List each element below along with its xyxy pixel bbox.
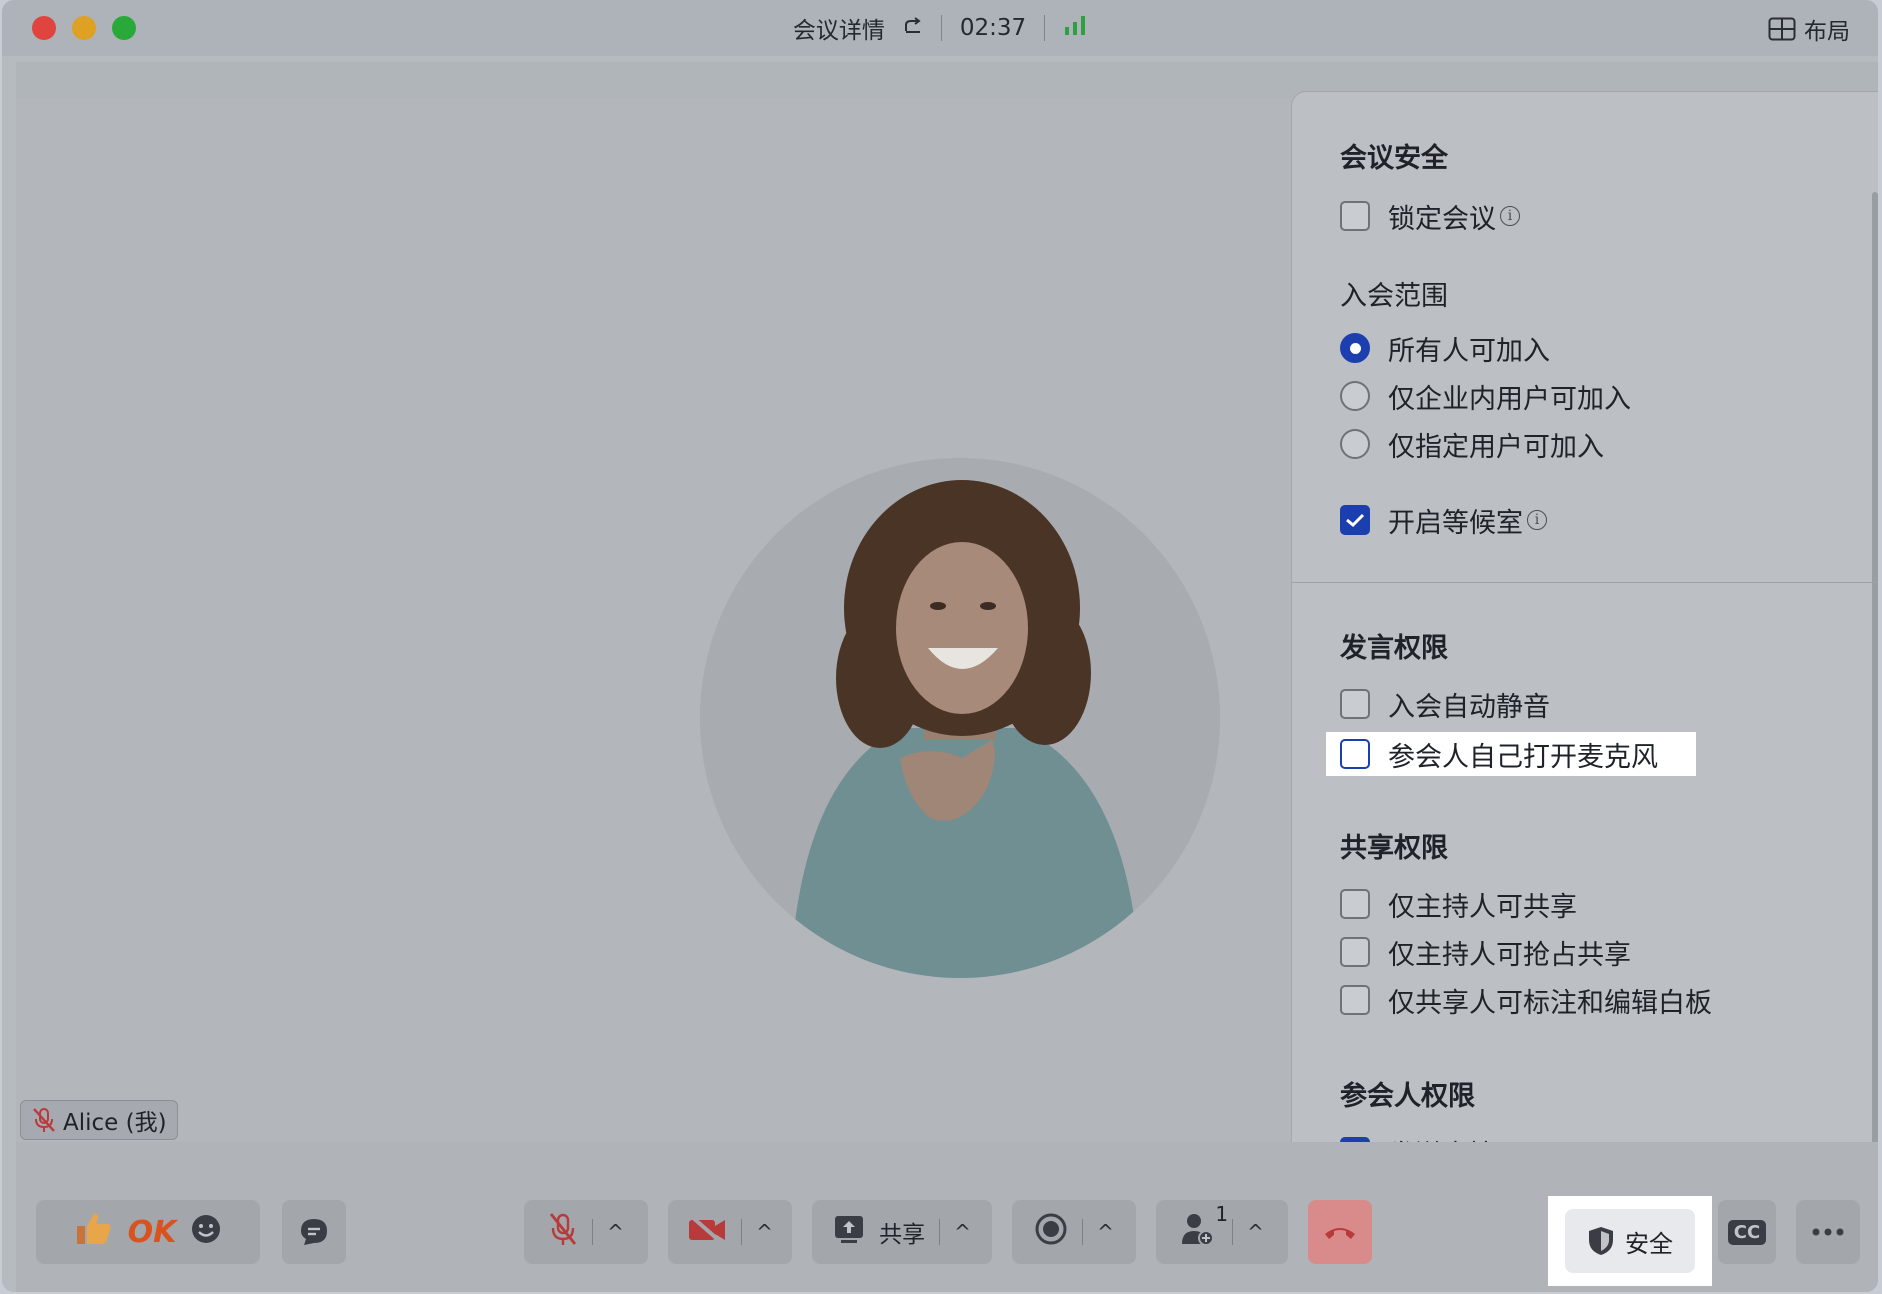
chat-icon xyxy=(301,1219,327,1245)
section-divider xyxy=(1292,582,1878,583)
info-icon[interactable]: i xyxy=(1527,510,1547,530)
join-scope-label: 仅企业内用户可加入 xyxy=(1388,383,1631,415)
radio-button[interactable] xyxy=(1340,429,1370,459)
captions-button[interactable]: CC xyxy=(1718,1200,1776,1264)
security-panel: 会议安全 锁定会议 i 入会范围 所有人可加入 仅企业内用户可加入 仅指定用户可… xyxy=(1292,92,1878,1180)
more-options-button[interactable] xyxy=(1796,1200,1860,1264)
security-button[interactable]: 安全 xyxy=(1565,1209,1695,1273)
shield-icon xyxy=(1589,1227,1613,1255)
signal-strength-icon xyxy=(1063,14,1087,42)
mute-on-join-checkbox[interactable] xyxy=(1340,689,1370,719)
ok-reaction-button[interactable]: OK xyxy=(128,1215,177,1250)
title-separator xyxy=(1044,15,1046,41)
lock-meeting-option[interactable]: 锁定会议 i xyxy=(1340,196,1520,236)
meeting-window: 会议详情 02:37 布局 Alice (我) 会议安全 锁定会议 i 入会范围… xyxy=(2,0,1878,1292)
share-permission-label: 仅主持人可抢占共享 xyxy=(1388,939,1631,971)
record-icon[interactable] xyxy=(1034,1212,1068,1252)
share-permission-option[interactable]: 仅主持人可抢占共享 xyxy=(1340,932,1631,972)
layout-button[interactable]: 布局 xyxy=(1768,12,1850,46)
title-center-group: 会议详情 02:37 xyxy=(2,0,1878,56)
checkmark-icon xyxy=(1346,513,1365,528)
share-permission-label: 仅共享人可标注和编辑白板 xyxy=(1388,987,1712,1019)
participant-avatar xyxy=(700,458,1220,978)
share-screen-icon[interactable] xyxy=(833,1214,865,1250)
more-icon xyxy=(1812,1228,1844,1236)
add-participant-icon[interactable]: 1 xyxy=(1180,1202,1228,1252)
layout-label: 布局 xyxy=(1804,19,1850,45)
join-scope-label: 所有人可加入 xyxy=(1388,335,1550,367)
meeting-security-heading: 会议安全 xyxy=(1340,143,1448,174)
waiting-room-checkbox[interactable] xyxy=(1340,505,1370,535)
chevron-up-icon[interactable]: ^ xyxy=(756,1220,773,1244)
mic-muted-icon[interactable] xyxy=(548,1211,578,1253)
button-separator xyxy=(1232,1219,1234,1245)
join-scope-option[interactable]: 仅企业内用户可加入 xyxy=(1340,376,1631,416)
mute-on-join-option[interactable]: 入会自动静音 xyxy=(1340,684,1550,724)
camera-control: ^ xyxy=(668,1200,792,1264)
share-label[interactable]: 共享 xyxy=(879,1215,925,1249)
lock-meeting-label: 锁定会议 xyxy=(1388,203,1496,235)
waiting-room-option[interactable]: 开启等候室 i xyxy=(1340,500,1547,540)
join-scope-heading: 入会范围 xyxy=(1340,281,1448,312)
waiting-room-label: 开启等候室 xyxy=(1388,507,1523,539)
microphone-control: ^ xyxy=(524,1200,648,1264)
record-control: ^ xyxy=(1012,1200,1136,1264)
mic-muted-icon xyxy=(33,1108,55,1132)
chevron-up-icon[interactable]: ^ xyxy=(954,1220,971,1244)
checkbox[interactable] xyxy=(1340,985,1370,1015)
checkbox[interactable] xyxy=(1340,937,1370,967)
button-separator xyxy=(939,1219,941,1245)
participant-count: 1 xyxy=(1215,1202,1229,1226)
lock-meeting-checkbox[interactable] xyxy=(1340,201,1370,231)
self-unmute-option[interactable]: 参会人自己打开麦克风 xyxy=(1340,734,1658,774)
button-separator xyxy=(1082,1219,1084,1245)
share-permission-label: 仅主持人可共享 xyxy=(1388,891,1577,923)
title-bar: 会议详情 02:37 布局 xyxy=(2,0,1878,56)
speak-permissions-heading: 发言权限 xyxy=(1340,633,1448,664)
meeting-timer: 02:37 xyxy=(959,15,1027,41)
title-separator xyxy=(940,15,942,41)
participant-permissions-heading: 参会人权限 xyxy=(1340,1081,1475,1112)
self-unmute-checkbox[interactable] xyxy=(1340,739,1370,769)
closed-captions-icon: CC xyxy=(1727,1219,1767,1245)
radio-button[interactable] xyxy=(1340,333,1370,363)
join-scope-label: 仅指定用户可加入 xyxy=(1388,431,1604,463)
chat-button[interactable] xyxy=(282,1200,346,1264)
button-separator xyxy=(741,1219,743,1245)
share-permissions-heading: 共享权限 xyxy=(1340,833,1448,864)
share-permission-option[interactable]: 仅主持人可共享 xyxy=(1340,884,1577,924)
participant-name-tag: Alice (我) xyxy=(20,1100,178,1140)
security-label: 安全 xyxy=(1625,1229,1673,1258)
info-icon[interactable]: i xyxy=(1500,206,1520,226)
chevron-up-icon[interactable]: ^ xyxy=(1097,1220,1114,1244)
share-control: 共享 ^ xyxy=(812,1200,992,1264)
share-link-icon[interactable] xyxy=(903,15,923,41)
camera-off-icon[interactable] xyxy=(687,1213,727,1251)
participants-control: 1 ^ xyxy=(1156,1200,1288,1264)
chevron-up-icon[interactable]: ^ xyxy=(607,1220,624,1244)
self-unmute-label: 参会人自己打开麦克风 xyxy=(1388,741,1658,773)
highlighted-option: 参会人自己打开麦克风 xyxy=(1326,732,1696,776)
security-button-highlight: 安全 xyxy=(1548,1196,1712,1286)
panel-scrollbar[interactable] xyxy=(1872,192,1878,1152)
join-scope-option[interactable]: 仅指定用户可加入 xyxy=(1340,424,1604,464)
chevron-up-icon[interactable]: ^ xyxy=(1247,1220,1264,1244)
reactions-group: OK xyxy=(36,1200,260,1264)
share-permission-option[interactable]: 仅共享人可标注和编辑白板 xyxy=(1340,980,1712,1020)
join-scope-option[interactable]: 所有人可加入 xyxy=(1340,328,1550,368)
radio-button[interactable] xyxy=(1340,381,1370,411)
button-separator xyxy=(592,1219,594,1245)
participant-name: Alice (我) xyxy=(63,1110,167,1136)
grid-layout-icon xyxy=(1768,17,1796,41)
hang-up-button[interactable] xyxy=(1308,1200,1372,1264)
meeting-details-title[interactable]: 会议详情 xyxy=(793,11,885,45)
checkbox[interactable] xyxy=(1340,889,1370,919)
hang-up-icon xyxy=(1325,1228,1355,1239)
emoji-icon[interactable] xyxy=(190,1213,222,1251)
thumbs-up-icon[interactable] xyxy=(74,1210,114,1254)
mute-on-join-label: 入会自动静音 xyxy=(1388,691,1550,723)
